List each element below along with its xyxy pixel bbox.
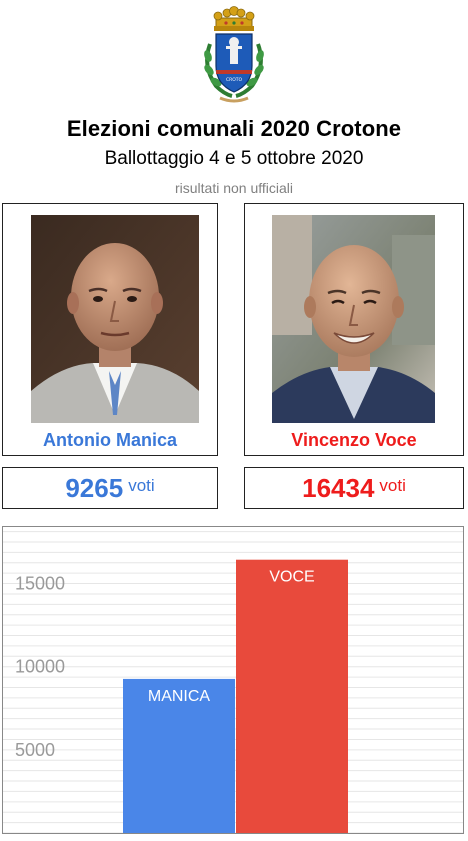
city-coat-of-arms: CROTO <box>196 4 272 106</box>
vote-count-voce: 16434 <box>302 472 375 503</box>
vote-count-manica: 9265 <box>65 472 124 503</box>
bar-label-manica: MANICA <box>148 688 211 705</box>
candidate-photo-voce <box>272 215 435 423</box>
vote-total-manica: 9265 voti <box>2 467 218 509</box>
candidate-name-manica: Antonio Manica <box>43 430 177 450</box>
bar-chart-canvas: MANICA VOCE 5000 10000 15000 <box>3 531 463 833</box>
y-tick-label: 15000 <box>15 574 65 594</box>
page-title: Elezioni comunali 2020 Crotone <box>66 116 402 141</box>
results-bar-chart: MANICA VOCE 5000 10000 15000 <box>2 526 464 834</box>
y-tick-label: 10000 <box>15 657 65 677</box>
unofficial-results-note: risultati non ufficiali <box>174 180 294 196</box>
votes-label-voce: voti <box>379 476 406 495</box>
votes-label-manica: voti <box>128 476 155 495</box>
vote-total-voce: 16434 voti <box>244 467 464 509</box>
bar-label-voce: VOCE <box>269 569 314 586</box>
candidate-name-voce: Vincenzo Voce <box>291 430 417 450</box>
candidate-card-voce: Vincenzo Voce <box>244 203 464 456</box>
y-tick-label: 5000 <box>15 740 55 760</box>
candidate-photo-manica <box>31 215 199 423</box>
page-subtitle: Ballottaggio 4 e 5 ottobre 2020 <box>104 148 364 169</box>
candidate-card-manica: Antonio Manica <box>2 203 218 456</box>
svg-text:CROTO: CROTO <box>226 77 243 83</box>
bar-voce <box>236 559 348 833</box>
